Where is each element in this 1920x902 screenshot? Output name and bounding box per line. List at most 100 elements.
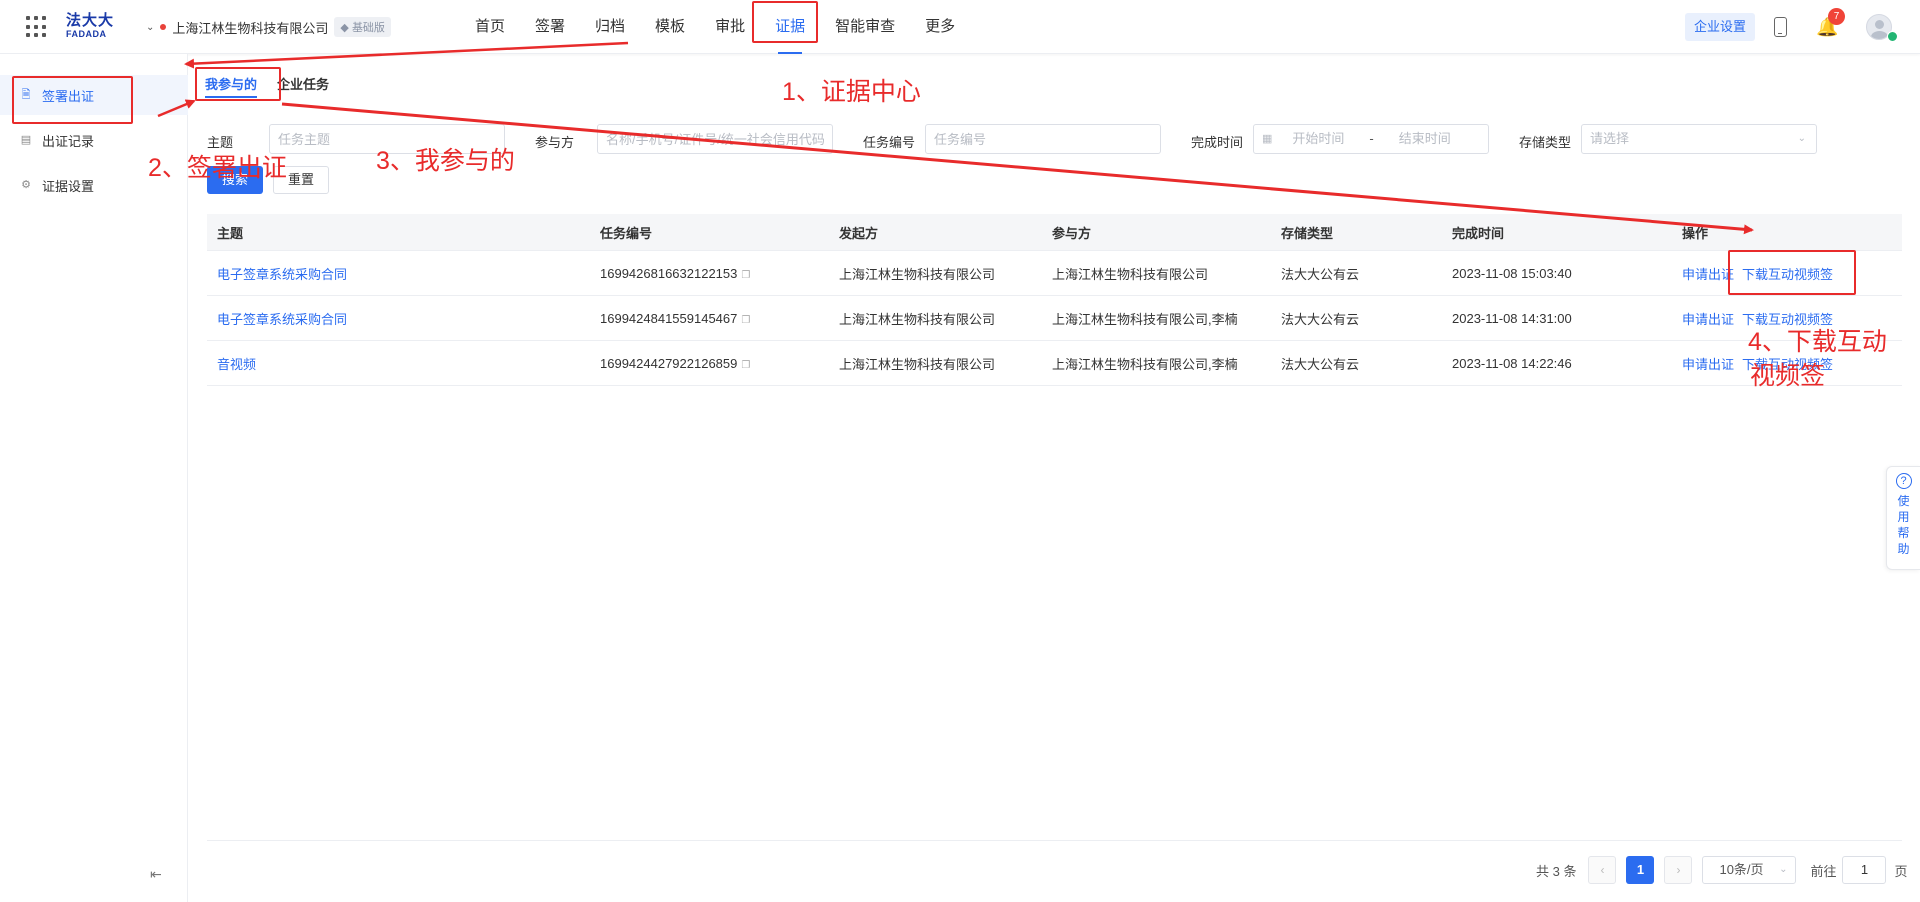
annotation-box-download-link (1728, 250, 1856, 295)
gear-icon: ⚙ (21, 179, 31, 191)
finish-time: 2023-11-08 15:03:40 (1452, 265, 1572, 281)
copy-icon[interactable]: ❐ (741, 360, 750, 371)
task-number: 1699424427922126859 (600, 355, 738, 371)
column-header: 完成时间 (1452, 225, 1505, 241)
collapse-sidebar-icon[interactable]: ⇤ (150, 866, 162, 883)
storage-type-select[interactable]: 请选择 ⌄ (1581, 124, 1817, 154)
apply-evidence-link[interactable]: 申请出证 (1682, 357, 1734, 372)
prev-page-button[interactable]: ‹ (1588, 856, 1617, 884)
participant: 上海江林生物科技有限公司,李楠 (1052, 311, 1238, 327)
nav-archive[interactable]: 归档 (580, 0, 640, 54)
storage-type: 法大大公有云 (1281, 356, 1360, 372)
company-name: 上海江林生物科技有限公司 (172, 20, 329, 36)
subject-link[interactable]: 电子签章系统采购合同 (217, 267, 347, 282)
annotation-box-evidence-nav (752, 1, 818, 43)
diamond-icon: ◆ (340, 22, 349, 34)
download-video-sign-link[interactable]: 下载互动视频签 (1742, 312, 1833, 327)
nav-sign[interactable]: 签署 (520, 0, 580, 54)
question-icon: ? (1895, 473, 1912, 489)
column-header: 参与方 (1052, 225, 1092, 241)
annotation-box-sidebar-item (12, 76, 133, 124)
subject-link[interactable]: 电子签章系统采购合同 (217, 312, 347, 327)
next-page-button[interactable]: › (1664, 856, 1693, 884)
storage-type: 法大大公有云 (1281, 311, 1360, 327)
task-number: 1699426816632122153 (600, 265, 738, 281)
evidence-table: 主题 任务编号 发起方 参与方 存储类型 完成时间 操作 电子签章系统采购合同 … (207, 214, 1902, 386)
nav-smart-review[interactable]: 智能审查 (820, 0, 910, 54)
annotation-step-3: 3、我参与的 (376, 147, 515, 175)
mobile-icon[interactable] (1774, 17, 1787, 37)
app-grid-icon[interactable] (26, 16, 48, 38)
annotation-box-tab (195, 67, 281, 101)
task-no-input[interactable] (925, 124, 1161, 154)
enterprise-settings-button[interactable]: 企业设置 (1685, 13, 1755, 41)
nav-more[interactable]: 更多 (910, 0, 970, 54)
pager-divider (207, 840, 1902, 841)
column-header: 存储类型 (1281, 225, 1334, 241)
finish-time-label: 完成时间 (1191, 135, 1244, 150)
pagination: 共 3 条 ‹ 1 › 10条/页 ⌄ 前往 1 页 (1536, 856, 1908, 884)
total-count: 共 3 条 (1536, 863, 1577, 879)
chevron-down-icon: ⌄ (1797, 133, 1806, 144)
verified-icon (1887, 31, 1898, 42)
annotation-step-4-line-1: 4、下载互动 (1748, 328, 1887, 356)
sidebar-item-label: 出证记录 (42, 133, 95, 149)
calendar-icon: ▦ (1262, 133, 1273, 145)
participant-label: 参与方 (535, 135, 575, 150)
company-switcher[interactable]: ⌄ 上海江林生物科技有限公司 ◆ 基础版 (146, 17, 391, 37)
table-row: 音视频 1699424427922126859 ❐ 上海江林生物科技有限公司 上海… (207, 341, 1902, 386)
nav-template[interactable]: 模板 (640, 0, 700, 54)
column-header: 发起方 (839, 225, 879, 241)
notification-badge: 7 (1828, 8, 1845, 25)
help-button[interactable]: ? 使用帮助 (1886, 466, 1920, 570)
participant-input[interactable] (597, 124, 833, 154)
apply-evidence-link[interactable]: 申请出证 (1682, 267, 1734, 282)
initiator: 上海江林生物科技有限公司 (839, 266, 996, 282)
finish-time-range[interactable]: ▦ 开始时间 - 结束时间 (1253, 124, 1489, 154)
subject-label: 主题 (207, 135, 234, 150)
participant: 上海江林生物科技有限公司 (1052, 266, 1209, 282)
finish-time: 2023-11-08 14:22:46 (1452, 355, 1572, 371)
task-number: 1699424841559145467 (600, 310, 738, 326)
help-label: 使用帮助 (1897, 494, 1910, 556)
apply-evidence-link[interactable]: 申请出证 (1682, 312, 1734, 327)
status-dot (160, 24, 167, 30)
table-row: 电子签章系统采购合同 1699426816632122153 ❐ 上海江林生物科技… (207, 251, 1902, 296)
page-number-current[interactable]: 1 (1626, 856, 1655, 884)
end-time-placeholder: 结束时间 (1398, 131, 1451, 146)
page-size-select[interactable]: 10条/页 ⌄ (1702, 856, 1797, 884)
participant: 上海江林生物科技有限公司,李楠 (1052, 356, 1238, 372)
table-header: 主题 任务编号 发起方 参与方 存储类型 完成时间 操作 (207, 214, 1902, 251)
initiator: 上海江林生物科技有限公司 (839, 311, 996, 327)
chevron-down-icon: ⌄ (1779, 864, 1788, 875)
notifications[interactable]: 🔔 7 (1816, 8, 1845, 38)
main-nav: 首页 签署 归档 模板 审批 证据 智能审查 更多 (460, 0, 970, 54)
fadada-logo[interactable]: 法大大 FADADA (66, 13, 116, 41)
top-header: 法大大 FADADA ⌄ 上海江林生物科技有限公司 ◆ 基础版 首页 签署 归档… (0, 0, 1920, 54)
page-suffix: 页 (1894, 863, 1908, 879)
plan-badge-label: 基础版 (351, 22, 385, 34)
column-header: 主题 (217, 225, 244, 241)
storage-type: 法大大公有云 (1281, 266, 1360, 282)
nav-home[interactable]: 首页 (460, 0, 520, 54)
storage-type-placeholder: 请选择 (1590, 131, 1630, 146)
logo-text-en: FADADA (66, 29, 107, 39)
goto-page-input[interactable]: 1 (1842, 856, 1887, 884)
page-size-value: 10条/页 (1719, 862, 1764, 877)
subject-link[interactable]: 音视频 (217, 357, 256, 372)
annotation-step-1: 1、证据中心 (782, 78, 921, 106)
column-header: 操作 (1682, 225, 1709, 241)
storage-type-label: 存储类型 (1519, 135, 1572, 150)
start-time-placeholder: 开始时间 (1292, 131, 1345, 146)
goto-label: 前往 (1810, 863, 1837, 879)
range-separator: - (1369, 131, 1374, 146)
tab-enterprise-tasks[interactable]: 企业任务 (277, 64, 329, 98)
copy-icon[interactable]: ❐ (741, 315, 750, 326)
column-header: 任务编号 (600, 225, 653, 241)
chevron-down-icon: ⌄ (146, 21, 155, 33)
finish-time: 2023-11-08 14:31:00 (1452, 310, 1572, 326)
copy-icon[interactable]: ❐ (741, 270, 750, 281)
annotation-step-4-line-2: 视频签 (1750, 362, 1826, 390)
sidebar-item-label: 证据设置 (42, 178, 95, 194)
record-icon: ▤ (20, 134, 32, 146)
